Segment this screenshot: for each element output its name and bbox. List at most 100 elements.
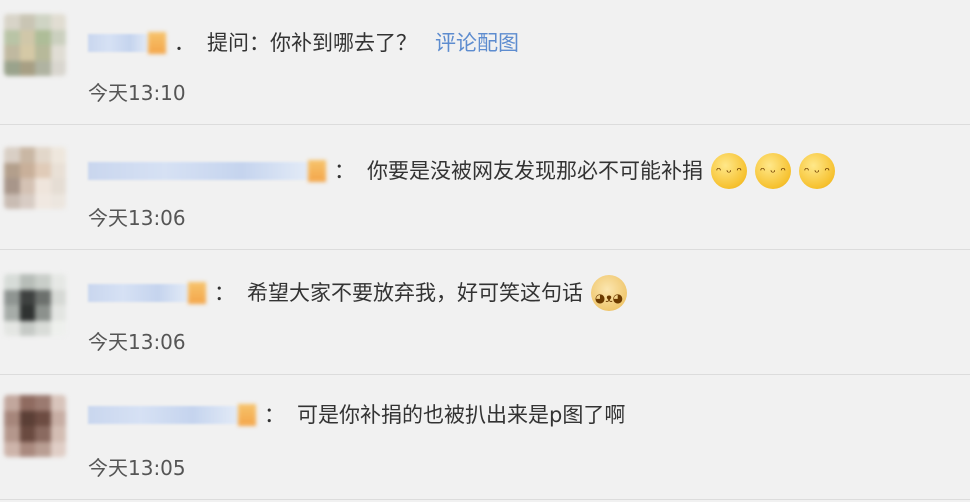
separator: ： bbox=[334, 159, 355, 183]
avatar-pixel bbox=[19, 274, 35, 290]
avatar-pixel bbox=[50, 320, 66, 336]
comment-text: 希望大家不要放弃我，好可笑这句话 bbox=[247, 281, 583, 305]
avatar-pixel bbox=[35, 147, 51, 163]
smile-emoji bbox=[711, 153, 747, 189]
avatar-pixel bbox=[50, 426, 66, 442]
avatar-pixel bbox=[4, 305, 20, 321]
avatar-image bbox=[4, 395, 66, 457]
avatar-pixel bbox=[50, 274, 66, 290]
avatar-pixel bbox=[19, 426, 35, 442]
avatar-pixel bbox=[19, 410, 35, 426]
avatar-pixel bbox=[4, 162, 20, 178]
avatar-pixel bbox=[4, 441, 20, 457]
avatar-pixel bbox=[50, 193, 66, 209]
avatar-pixel bbox=[35, 29, 51, 45]
comment-text: 提问：你补到哪去了？ bbox=[207, 31, 417, 55]
separator: ： bbox=[214, 281, 235, 305]
avatar-pixel bbox=[4, 147, 20, 163]
comment-item: ： 你要是没被网友发现那必不可能补捐 今天13:06 bbox=[0, 125, 970, 250]
avatar-pixel bbox=[4, 178, 20, 194]
avatar-image bbox=[4, 274, 66, 336]
avatar-pixel bbox=[35, 305, 51, 321]
comment-line: ． 提问：你补到哪去了？ 评论配图 bbox=[88, 29, 519, 57]
comment-text: 可是你补捐的也被扒出来是p图了啊 bbox=[297, 403, 626, 427]
avatar-pixel bbox=[35, 274, 51, 290]
comment-line: ： 你要是没被网友发现那必不可能补捐 bbox=[88, 153, 835, 189]
comment-line: ： 希望大家不要放弃我，好可笑这句话 bbox=[88, 275, 627, 312]
avatar-pixel bbox=[4, 14, 20, 30]
avatar-pixel bbox=[50, 147, 66, 163]
timestamp: 今天13:10 bbox=[88, 81, 186, 105]
avatar-pixel bbox=[4, 193, 20, 209]
timestamp: 今天13:06 bbox=[88, 330, 186, 354]
avatar-pixel bbox=[19, 441, 35, 457]
avatar[interactable] bbox=[4, 14, 66, 76]
avatar-pixel bbox=[35, 426, 51, 442]
avatar-pixel bbox=[35, 45, 51, 61]
avatar-pixel bbox=[19, 147, 35, 163]
comment-image-link[interactable]: 评论配图 bbox=[435, 29, 519, 57]
avatar-pixel bbox=[35, 410, 51, 426]
comment-line: ： 可是你补捐的也被扒出来是p图了啊 bbox=[88, 401, 625, 429]
avatar-pixel bbox=[19, 178, 35, 194]
smile-emoji bbox=[755, 153, 791, 189]
avatar-pixel bbox=[19, 14, 35, 30]
avatar-pixel bbox=[4, 45, 20, 61]
comment-text: 你要是没被网友发现那必不可能补捐 bbox=[367, 159, 703, 183]
doge-emoji bbox=[591, 275, 627, 312]
smile-emoji bbox=[799, 153, 835, 189]
avatar-pixel bbox=[4, 426, 20, 442]
avatar-pixel bbox=[50, 410, 66, 426]
timestamp: 今天13:05 bbox=[88, 456, 186, 480]
avatar-pixel bbox=[35, 395, 51, 411]
avatar-pixel bbox=[4, 395, 20, 411]
avatar-pixel bbox=[19, 29, 35, 45]
avatar-pixel bbox=[50, 178, 66, 194]
avatar-pixel bbox=[19, 289, 35, 305]
comment-item: ． 提问：你补到哪去了？ 评论配图 今天13:10 bbox=[0, 0, 970, 125]
avatar-pixel bbox=[35, 14, 51, 30]
avatar-pixel bbox=[4, 289, 20, 305]
avatar-pixel bbox=[4, 320, 20, 336]
avatar-pixel bbox=[19, 193, 35, 209]
avatar-pixel bbox=[19, 162, 35, 178]
avatar-pixel bbox=[4, 29, 20, 45]
comment-item: ： 希望大家不要放弃我，好可笑这句话 今天13:06 bbox=[0, 250, 970, 375]
avatar-pixel bbox=[35, 193, 51, 209]
avatar[interactable] bbox=[4, 274, 66, 336]
avatar-pixel bbox=[50, 305, 66, 321]
avatar-pixel bbox=[50, 29, 66, 45]
avatar-pixel bbox=[35, 320, 51, 336]
username-link[interactable] bbox=[88, 162, 308, 180]
avatar-pixel bbox=[50, 395, 66, 411]
comment-list: ． 提问：你补到哪去了？ 评论配图 今天13:10 ： 你要是没被网友发现那必不… bbox=[0, 0, 970, 502]
avatar-pixel bbox=[50, 441, 66, 457]
avatar-pixel bbox=[4, 410, 20, 426]
avatar-pixel bbox=[19, 45, 35, 61]
avatar-pixel bbox=[4, 60, 20, 76]
avatar-pixel bbox=[19, 305, 35, 321]
avatar-pixel bbox=[35, 289, 51, 305]
separator: ． bbox=[174, 31, 195, 55]
avatar-pixel bbox=[19, 60, 35, 76]
avatar-pixel bbox=[35, 441, 51, 457]
avatar[interactable] bbox=[4, 147, 66, 209]
avatar-pixel bbox=[19, 320, 35, 336]
avatar-pixel bbox=[35, 178, 51, 194]
avatar-pixel bbox=[50, 289, 66, 305]
avatar-image bbox=[4, 147, 66, 209]
avatar-pixel bbox=[50, 162, 66, 178]
avatar-image bbox=[4, 14, 66, 76]
avatar-pixel bbox=[35, 162, 51, 178]
avatar-pixel bbox=[50, 60, 66, 76]
separator: ： bbox=[264, 403, 285, 427]
username-link[interactable] bbox=[88, 284, 188, 302]
avatar-pixel bbox=[4, 274, 20, 290]
username-link[interactable] bbox=[88, 406, 238, 424]
username-link[interactable] bbox=[88, 34, 148, 52]
timestamp: 今天13:06 bbox=[88, 206, 186, 230]
comment-item: ： 可是你补捐的也被扒出来是p图了啊 今天13:05 bbox=[0, 375, 970, 500]
avatar-pixel bbox=[50, 45, 66, 61]
avatar[interactable] bbox=[4, 395, 66, 457]
avatar-pixel bbox=[50, 14, 66, 30]
